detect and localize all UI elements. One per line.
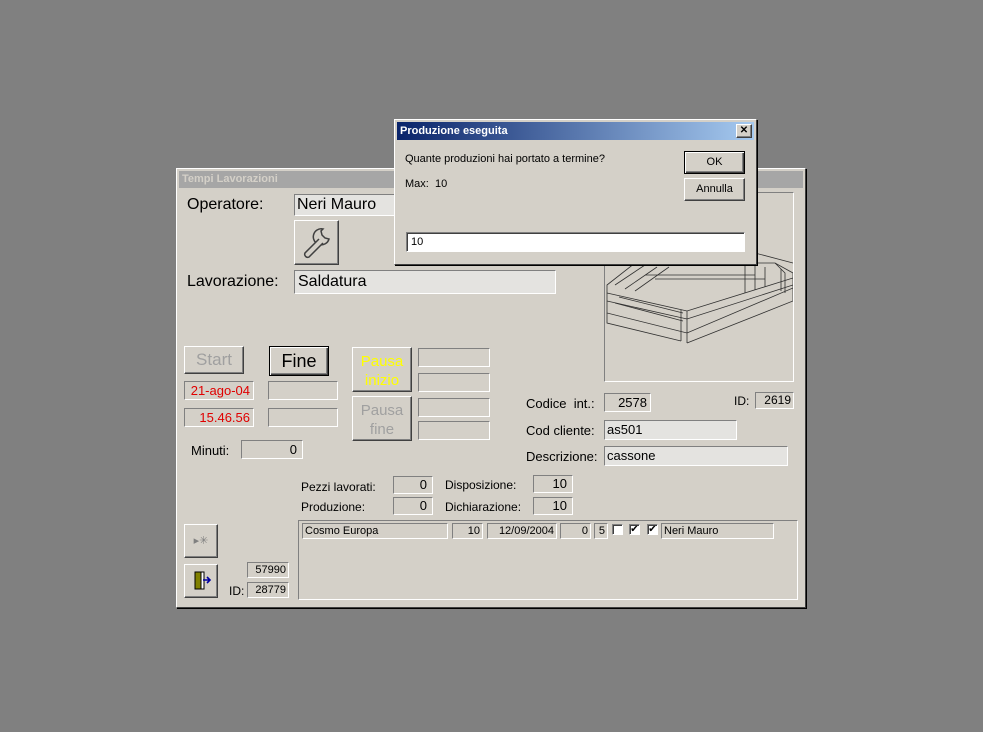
dialog-close-button[interactable]: ✕ (736, 124, 752, 138)
end-date-field[interactable] (268, 381, 338, 400)
minuti-field[interactable]: 0 (241, 440, 303, 459)
dialog-cancel-button[interactable]: Annulla (684, 178, 745, 201)
dialog-title: Produzione eseguita (400, 125, 508, 137)
descrizione-label: Descrizione: (526, 449, 598, 464)
pausa-inizio-label: Pausa inizio (360, 353, 404, 389)
lavorazione-field[interactable]: Saldatura (294, 270, 556, 294)
exit-button[interactable] (184, 564, 218, 598)
date-field[interactable]: 21-ago-04 (184, 381, 254, 400)
dialog-quantity-input[interactable]: 10 (406, 232, 745, 252)
pausa-fine-date-field[interactable] (418, 398, 490, 417)
subform-cliente-cell[interactable]: Cosmo Europa (302, 523, 448, 539)
dichiarazione-field[interactable]: 10 (533, 497, 573, 515)
pausa-inizio-time-field[interactable] (418, 373, 490, 392)
produzione-label: Produzione: (301, 500, 366, 514)
time-field[interactable]: 15.46.56 (184, 408, 254, 427)
tools-button[interactable] (294, 220, 339, 265)
produzione-field[interactable]: 0 (393, 497, 433, 515)
subform-n1-cell[interactable]: 0 (560, 523, 591, 539)
dialog-prompt: Quante produzioni hai portato a termine? (405, 153, 605, 165)
record-number-field[interactable]: 57990 (247, 562, 289, 578)
operatore-field[interactable]: Neri Mauro (294, 194, 404, 216)
subform-checkbox-1[interactable] (612, 524, 623, 535)
disposizione-label: Disposizione: (445, 478, 517, 492)
wrench-icon (303, 228, 330, 259)
bottom-id-field[interactable]: 28779 (247, 582, 289, 598)
fine-button[interactable]: Fine (269, 346, 329, 376)
subform-qty-cell[interactable]: 10 (452, 523, 483, 539)
subform-n2-cell[interactable]: 5 (594, 523, 608, 539)
start-button[interactable]: Start (184, 346, 244, 374)
main-window-title: Tempi Lavorazioni (182, 173, 278, 185)
cod-cliente-label: Cod cliente: (526, 423, 595, 438)
id-field[interactable]: 2619 (755, 392, 794, 409)
disposizione-field[interactable]: 10 (533, 475, 573, 493)
descrizione-field[interactable]: cassone (604, 446, 788, 466)
pezzi-lavorati-field[interactable]: 0 (393, 476, 433, 494)
codice-int-label: Codice int.: (526, 396, 595, 411)
dialog-max-text: Max: 10 (405, 178, 448, 190)
end-time-field[interactable] (268, 408, 338, 427)
cod-cliente-field[interactable]: as501 (604, 420, 737, 440)
lavorazione-label: Lavorazione: (187, 273, 279, 290)
exit-door-icon (194, 571, 212, 590)
pezzi-lavorati-label: Pezzi lavorati: (301, 480, 376, 494)
id-label: ID: (734, 394, 750, 408)
subform-date-cell[interactable]: 12/09/2004 (487, 523, 557, 539)
bottom-id-label: ID: (229, 584, 245, 598)
pausa-inizio-date-field[interactable] (418, 348, 490, 367)
pausa-fine-label: Pausa fine (360, 402, 404, 438)
pausa-fine-button[interactable]: Pausa fine (352, 396, 412, 441)
subform-operatore-cell[interactable]: Neri Mauro (661, 523, 774, 539)
subform-checkbox-3[interactable]: ✔ (647, 524, 658, 535)
codice-int-field[interactable]: 2578 (604, 393, 651, 412)
minuti-label: Minuti: (191, 443, 230, 458)
dichiarazione-label: Dichiarazione: (445, 500, 522, 514)
dialog-titlebar[interactable]: Produzione eseguita (397, 122, 754, 140)
dialog-ok-button[interactable]: OK (684, 151, 745, 174)
operatore-label: Operatore: (187, 196, 264, 213)
subform-checkbox-2[interactable]: ✔ (629, 524, 640, 535)
new-record-button[interactable]: ▸✳ (184, 524, 218, 558)
new-record-icon: ▸✳ (193, 535, 209, 547)
pausa-fine-time-field[interactable] (418, 421, 490, 440)
pausa-inizio-button[interactable]: Pausa inizio (352, 347, 412, 392)
close-icon: ✕ (739, 125, 749, 136)
